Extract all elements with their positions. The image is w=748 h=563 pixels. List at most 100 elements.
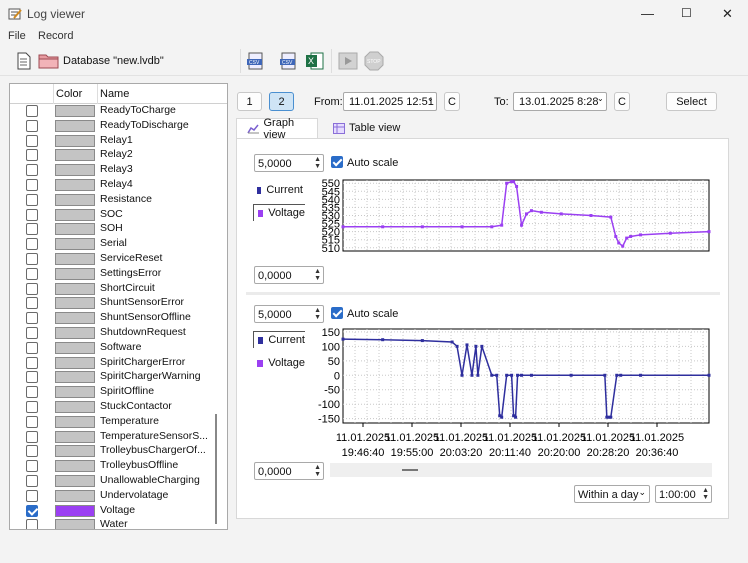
list-item-color-swatch[interactable] [55,119,95,132]
export-csv-button[interactable]: CSV [245,50,267,72]
list-item[interactable]: ReadyToCharge [10,104,210,119]
current-chart[interactable]: 150100500-50-100-15011.01.2025 19:46:4011… [300,325,720,462]
menu-file[interactable]: File [8,30,26,42]
list-item[interactable]: TemperatureSensorS... [10,430,210,445]
list-item-color-swatch[interactable] [55,415,95,428]
maximize-button[interactable]: ☐ [681,6,692,20]
list-item-checkbox[interactable] [26,460,38,473]
voltage-chart[interactable]: 550545540535530525520515510 [300,174,715,258]
scrollbar-thumb[interactable] [402,469,418,471]
chart1-legend-current[interactable]: Current [253,182,303,198]
list-item-color-swatch[interactable] [55,445,95,458]
list-item[interactable]: Temperature [10,415,210,430]
to-clear-button[interactable]: C [614,92,630,111]
list-item[interactable]: TrolleybusChargerOf... [10,444,210,459]
list-item-checkbox[interactable] [26,327,38,339]
list-item-checkbox[interactable] [26,489,38,502]
list-item[interactable]: SettingsError [10,267,210,282]
chart1-legend-voltage[interactable]: Voltage [253,204,305,221]
chart-splitter[interactable] [246,292,720,295]
list-item[interactable]: ShuntSensorError [10,296,210,311]
list-item[interactable]: SpiritChargerWarning [10,370,210,385]
list-item-checkbox[interactable] [26,475,38,487]
list-item-color-swatch[interactable] [55,460,95,473]
spin-arrows-icon[interactable]: ▲ ▼ [314,268,321,282]
list-item[interactable]: SOC [10,208,210,223]
list-item-color-swatch[interactable] [55,238,95,251]
list-item-color-swatch[interactable] [55,267,95,280]
list-item-color-swatch[interactable] [55,297,95,310]
spin-arrows-icon[interactable]: ▲ ▼ [314,156,321,170]
list-item-checkbox[interactable] [26,430,38,443]
open-database-button[interactable] [38,50,60,72]
list-item-checkbox[interactable] [26,223,38,236]
list-item-checkbox[interactable] [26,267,38,280]
list-item-color-swatch[interactable] [55,401,95,413]
list-item-color-swatch[interactable] [55,475,95,487]
to-dropdown-icon[interactable]: ⌄ [597,94,604,103]
list-item-color-swatch[interactable] [55,105,95,117]
list-item-color-swatch[interactable] [55,193,95,206]
list-item-color-swatch[interactable] [55,504,95,517]
chart2-max-input[interactable]: 5,0000 ▲ ▼ [254,305,324,323]
scrollbar-thumb[interactable] [215,414,217,524]
list-item-checkbox[interactable] [26,149,38,162]
list-item-checkbox[interactable] [26,401,38,413]
spin-arrows-icon[interactable]: ▲ ▼ [314,307,321,321]
page-1-button[interactable]: 1 [237,92,262,111]
list-item[interactable]: Relay3 [10,163,210,178]
spin-arrows-icon[interactable]: ▲ ▼ [702,487,709,501]
menu-record[interactable]: Record [38,30,73,42]
list-item[interactable]: TrolleybusOffline [10,459,210,474]
chart2-autoscale-checkbox[interactable] [331,307,343,319]
list-item-color-swatch[interactable] [55,164,95,177]
tab-graph-view[interactable]: Graph view [236,117,318,141]
list-item-checkbox[interactable] [26,164,38,177]
minimize-button[interactable]: — [641,6,654,21]
list-item-color-swatch[interactable] [55,519,95,529]
page-2-button[interactable]: 2 [269,92,294,111]
list-item-color-swatch[interactable] [55,312,95,325]
list-item-checkbox[interactable] [26,105,38,117]
list-item[interactable]: ShuntSensorOffline [10,311,210,326]
list-item[interactable]: SpiritChargerError [10,356,210,371]
list-item-color-swatch[interactable] [55,223,95,236]
list-item-checkbox[interactable] [26,341,38,354]
from-datetime-input[interactable]: 11.01.2025 12:51 [343,92,437,111]
list-item-checkbox[interactable] [26,253,38,265]
list-item-checkbox[interactable] [26,297,38,310]
list-item-color-swatch[interactable] [55,341,95,354]
list-item-checkbox[interactable] [26,208,38,221]
step-input[interactable]: 1:00:00 ▲ ▼ [655,485,712,503]
name-column-header[interactable]: Name [100,88,129,100]
list-item[interactable]: Software [10,341,210,356]
list-item-checkbox[interactable] [26,445,38,458]
list-item-color-swatch[interactable] [55,489,95,502]
list-item-checkbox[interactable] [26,504,38,517]
list-item-color-swatch[interactable] [55,208,95,221]
list-item-checkbox[interactable] [26,415,38,428]
list-item[interactable]: SpiritOffline [10,385,210,400]
list-item-checkbox[interactable] [26,312,38,325]
list-item-color-swatch[interactable] [55,371,95,384]
from-clear-button[interactable]: C [444,92,460,111]
new-file-button[interactable] [13,50,35,72]
list-item-checkbox[interactable] [26,238,38,251]
list-item[interactable]: StuckContactor [10,400,210,415]
list-item-checkbox[interactable] [26,356,38,369]
list-item-color-swatch[interactable] [55,430,95,443]
list-item-color-swatch[interactable] [55,327,95,339]
list-item[interactable]: Voltage [10,504,210,519]
chart1-min-input[interactable]: 0,0000 ▲ ▼ [254,266,324,284]
chart2-legend-current[interactable]: Current [253,331,305,348]
horizontal-scrollbar[interactable] [330,463,712,477]
list-item-color-swatch[interactable] [55,179,95,191]
select-button[interactable]: Select [666,92,717,111]
list-item-checkbox[interactable] [26,193,38,206]
list-item-color-swatch[interactable] [55,134,95,147]
list-item[interactable]: Relay4 [10,178,210,193]
list-item[interactable]: Resistance [10,193,210,208]
range-select[interactable]: Within a day ⌄ [574,485,650,503]
list-item[interactable]: ServiceReset [10,252,210,267]
list-item-checkbox[interactable] [26,179,38,191]
